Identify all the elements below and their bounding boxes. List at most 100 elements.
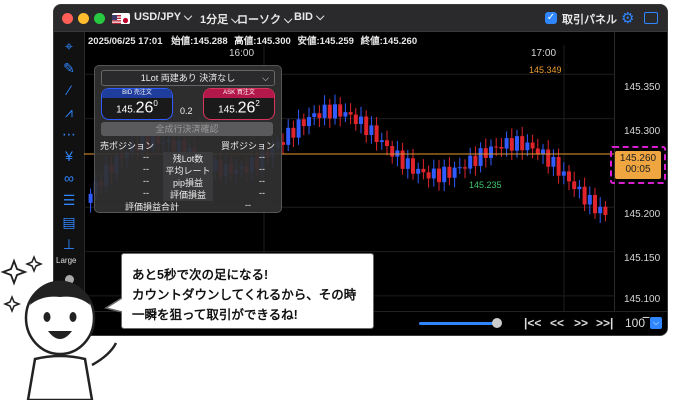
ask-price-pips: 26 <box>237 99 256 117</box>
indicator-icon[interactable]: ⩘ <box>60 104 78 120</box>
us-jp-flag-icon <box>112 13 130 24</box>
candle-body <box>593 194 597 214</box>
candle-body <box>520 136 525 151</box>
bid-sell-button[interactable]: BID 売注文 145.260 <box>101 88 173 120</box>
zoom-window-button[interactable] <box>94 13 105 24</box>
symbol-selector[interactable]: USD/JPY ⌵ <box>134 11 192 24</box>
close-all-button[interactable]: 全成行決済確認 <box>101 122 273 136</box>
candle-body <box>489 146 493 159</box>
candle-body <box>478 148 483 166</box>
pencil-tool-icon[interactable]: ✎ <box>60 60 78 76</box>
candle-body <box>88 193 93 203</box>
ask-price-big: 145. <box>218 104 238 116</box>
position-row: -- 評価損益 -- <box>143 188 265 201</box>
candle-body <box>317 113 322 118</box>
candle-body <box>431 168 436 179</box>
character-illustration <box>0 255 118 400</box>
window-layout-icon[interactable] <box>644 12 658 24</box>
candle-body <box>556 156 561 176</box>
candle-body <box>504 138 509 149</box>
candle-body <box>535 148 540 155</box>
candle-body <box>551 156 556 167</box>
timeframe-selector[interactable]: 1分足 ⌵ <box>200 11 240 27</box>
scroll-knob[interactable] <box>492 318 502 328</box>
candle-body <box>353 114 358 125</box>
candle-body <box>327 104 332 119</box>
candle-body <box>603 206 608 215</box>
candle-body <box>463 167 467 169</box>
candle-body <box>598 206 603 214</box>
candle-body <box>442 166 447 183</box>
fibonacci-icon[interactable]: ⋯ <box>60 126 78 142</box>
sell-position-header: 売ポジション <box>100 141 155 151</box>
zoom-out-button[interactable]: − <box>642 309 650 325</box>
jump-start-button[interactable]: |<< <box>524 316 541 330</box>
zoom-dropdown-icon[interactable]: ⌵ <box>650 317 662 329</box>
price-axis-label: 145.300 <box>624 126 661 137</box>
back-button[interactable]: << <box>550 316 564 330</box>
candle-body <box>546 149 551 167</box>
candle-countdown: 00:05 <box>625 164 651 175</box>
candle-body <box>457 167 462 169</box>
candle-body <box>286 127 291 145</box>
stamp-icon[interactable]: ⊥ <box>60 236 78 252</box>
trendline-tool-icon[interactable]: ⁄ <box>60 82 78 98</box>
bubble-line: あと5秒で次の足になる! <box>132 268 269 282</box>
minimize-window-button[interactable] <box>78 13 89 24</box>
buy-position-header: 買ポジション <box>221 141 276 151</box>
current-price-tag: 145.260 00:05 <box>610 146 666 184</box>
ask-buy-button[interactable]: ASK 買注文 145.262 <box>203 88 275 120</box>
price-side-selector[interactable]: BID ⌵ <box>294 11 324 24</box>
candle-body <box>447 166 452 178</box>
ask-price-frac: 2 <box>255 99 260 108</box>
candle-body <box>364 116 369 136</box>
trade-panel-label: 取引パネル <box>562 14 617 26</box>
speech-bubble: あと5秒で次の足になる! カウントダウンしてくれるから、その時 一瞬を狙って取引… <box>121 253 374 329</box>
trade-panel-checkbox[interactable]: ✓ <box>545 12 557 24</box>
order-mode-selector[interactable]: 1Lot 両建あり 決済なし ⌵ <box>101 70 275 86</box>
candle-body <box>322 104 327 118</box>
bubble-line: カウントダウンしてくれるから、その時 <box>132 288 357 302</box>
scroll-track[interactable] <box>419 322 497 325</box>
yen-icon[interactable]: ¥ <box>60 148 78 164</box>
position-row: -- 残Lot数 -- <box>143 152 265 165</box>
candle-body <box>572 181 577 190</box>
candle-body <box>530 142 535 149</box>
candle-body <box>421 168 426 173</box>
candle-body <box>525 142 530 151</box>
candle-body <box>307 116 311 127</box>
print-icon[interactable]: ▤ <box>60 214 78 230</box>
candle-body <box>577 186 582 190</box>
candle-body <box>473 155 478 166</box>
close-window-button[interactable] <box>62 13 73 24</box>
jump-end-button[interactable]: >>| <box>596 316 613 330</box>
candle-body <box>343 112 348 117</box>
chart-type-selector[interactable]: ローソク ⌵ <box>237 11 292 27</box>
link-icon[interactable]: ∞ <box>60 170 78 186</box>
trade-panel: 1Lot 両建あり 決済なし ⌵ BID 売注文 145.260 0.2 ASK … <box>94 65 282 213</box>
candle-body <box>468 155 473 169</box>
bid-price-frac: 0 <box>153 99 158 108</box>
candle-body <box>333 104 337 119</box>
bid-label: BID 売注文 <box>102 89 172 98</box>
price-axis-label: 145.200 <box>624 209 661 220</box>
forward-button[interactable]: >> <box>574 316 588 330</box>
candle-body <box>483 148 488 159</box>
candle-body <box>379 140 384 143</box>
list-icon[interactable]: ☰ <box>60 192 78 208</box>
ask-label: ASK 買注文 <box>204 89 274 98</box>
settings-gear-icon[interactable]: ⚙ <box>621 9 634 27</box>
candle-body <box>405 158 410 169</box>
cursor-tool-icon[interactable]: ⌖ <box>60 38 78 54</box>
candle-body <box>437 168 441 183</box>
candle-body <box>400 150 405 169</box>
spread-value: 0.2 <box>180 106 193 116</box>
candle-body <box>582 186 587 205</box>
candle-body <box>416 168 421 174</box>
low-annotation: 145.235 <box>469 180 502 190</box>
candle-body <box>301 119 306 127</box>
candle-body <box>587 194 592 205</box>
candle-body <box>312 113 317 117</box>
candle-body <box>426 172 431 179</box>
candle-body <box>452 167 457 178</box>
